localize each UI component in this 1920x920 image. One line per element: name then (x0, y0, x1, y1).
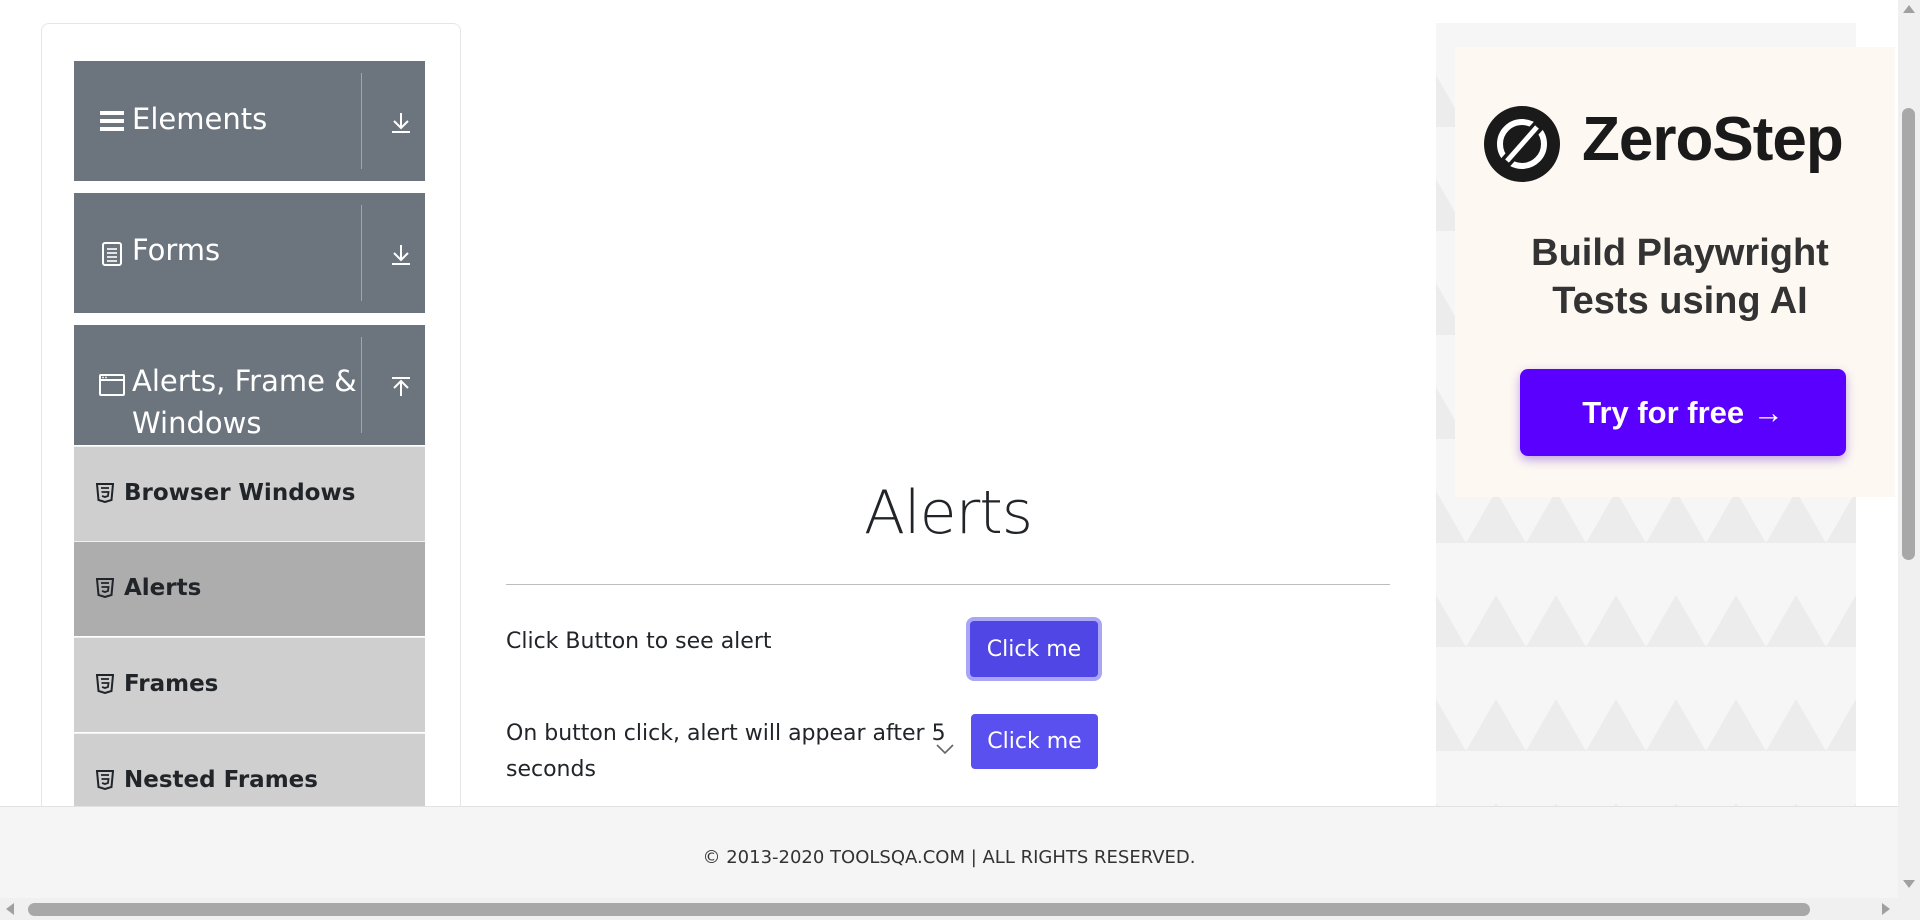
horizontal-scrollbar-thumb[interactable] (28, 903, 1810, 916)
upload-arrow-icon[interactable] (389, 375, 413, 399)
sidebar-group-elements[interactable]: Elements (74, 61, 425, 181)
timer-alert-row-label: On button click, alert will appear after… (506, 721, 946, 746)
alert-row-label: Click Button to see alert (506, 629, 772, 654)
window-icon (99, 374, 125, 396)
scroll-down-arrow-icon[interactable] (1903, 880, 1915, 888)
ad-tagline: Build Playwright Tests using AI (1470, 229, 1890, 325)
ad-brand: ZeroStep (1582, 105, 1844, 174)
html5-icon (96, 578, 114, 598)
timer-alert-button[interactable]: Click me (971, 714, 1098, 769)
sidebar-item-label: Alerts (124, 575, 202, 601)
download-arrow-icon[interactable] (389, 111, 413, 135)
alert-button[interactable]: Click me (970, 621, 1098, 677)
timer-alert-row-label-line2: seconds (506, 757, 596, 782)
divider (361, 205, 362, 301)
ad-cta-button[interactable]: Try for free → (1520, 369, 1846, 456)
sidebar-item-browser-windows[interactable]: Browser Windows (74, 446, 425, 541)
sidebar-group-forms[interactable]: Forms (74, 193, 425, 313)
sidebar-group-label-line2: Windows (132, 406, 262, 440)
html5-icon (96, 770, 114, 790)
title-divider (506, 584, 1390, 585)
document-icon (102, 242, 122, 266)
sidebar-item-label: Browser Windows (124, 480, 356, 506)
sidebar-group-alerts-frame-windows[interactable]: Alerts, Frame & Windows (74, 325, 425, 445)
scroll-left-arrow-icon[interactable] (6, 903, 14, 915)
sidebar-group-label: Alerts, Frame & (132, 364, 357, 398)
sidebar-item-frames[interactable]: Frames (74, 637, 425, 732)
html5-icon (96, 483, 114, 503)
zerostep-logo-icon (1484, 106, 1560, 182)
sidebar-group-label: Elements (132, 102, 268, 136)
scroll-up-arrow-icon[interactable] (1903, 5, 1915, 13)
ad-tagline-line1: Build Playwright (1531, 232, 1829, 274)
scroll-right-arrow-icon[interactable] (1882, 903, 1890, 915)
hamburger-icon (100, 111, 124, 131)
divider (361, 73, 362, 169)
sidebar-item-alerts[interactable]: Alerts (74, 541, 425, 636)
sidebar-item-label: Frames (124, 671, 219, 697)
divider (361, 337, 362, 433)
chevron-down-icon (936, 744, 954, 755)
html5-icon (96, 674, 114, 694)
footer: © 2013-2020 TOOLSQA.COM | ALL RIGHTS RES… (0, 806, 1898, 901)
vertical-scrollbar-thumb[interactable] (1902, 108, 1915, 560)
sidebar-group-label: Forms (132, 233, 221, 267)
footer-copyright: © 2013-2020 TOOLSQA.COM | ALL RIGHTS RES… (702, 847, 1196, 868)
download-arrow-icon[interactable] (389, 243, 413, 267)
sidebar-item-label: Nested Frames (124, 767, 318, 793)
page-title: Alerts (863, 478, 1033, 548)
ad-tagline-line2: Tests using AI (1552, 280, 1808, 322)
